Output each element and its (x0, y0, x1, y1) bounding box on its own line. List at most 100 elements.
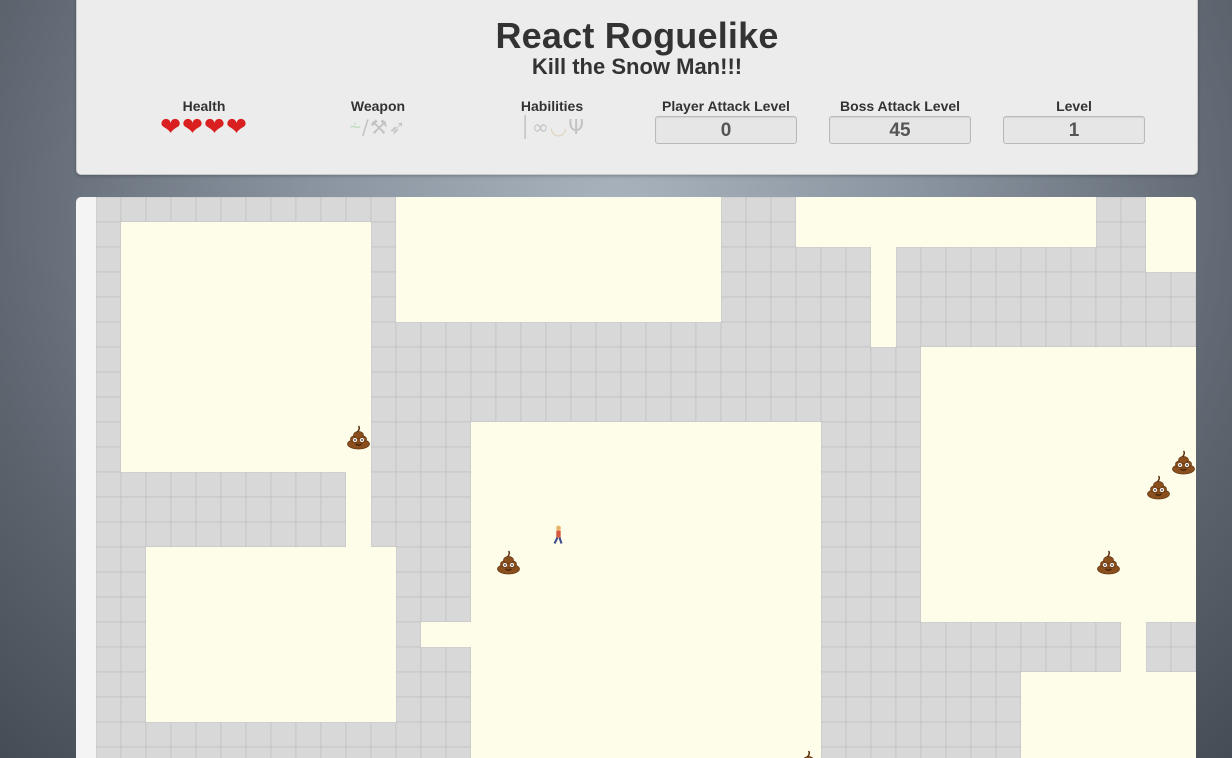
wall-tile (870, 721, 897, 748)
wall-tile (770, 371, 797, 398)
floor-room (871, 247, 896, 347)
wall-tile (520, 396, 547, 423)
wall-tile (795, 396, 822, 423)
wall-tile (96, 421, 122, 448)
wall-tile (820, 321, 847, 348)
hability-icons: │∞◡Ψ (472, 115, 632, 139)
wall-tile (270, 521, 297, 548)
wall-tile (745, 221, 772, 248)
wall-tile (245, 521, 272, 548)
wall-tile (96, 271, 122, 298)
wall-tile (870, 421, 897, 448)
wall-tile (320, 521, 347, 548)
level-value: 1 (1003, 116, 1145, 144)
wall-tile (96, 246, 122, 273)
wall-tile (1045, 321, 1072, 348)
wall-tile (445, 396, 472, 423)
wall-tile (820, 246, 847, 273)
wall-tile (96, 596, 122, 623)
wall-tile (720, 246, 747, 273)
wall-tile (420, 471, 447, 498)
wall-tile (895, 746, 922, 758)
wall-tile (820, 371, 847, 398)
wall-tile (1095, 621, 1122, 648)
wall-tile (995, 696, 1022, 723)
wall-tile (870, 496, 897, 523)
weapon-label: Weapon (350, 98, 406, 114)
wall-tile (920, 271, 947, 298)
wall-tile (645, 371, 672, 398)
wall-tile (570, 371, 597, 398)
player-attack-label: Player Attack Level (662, 98, 790, 114)
wall-tile (1020, 621, 1047, 648)
wall-tile (970, 621, 997, 648)
wall-tile (370, 421, 397, 448)
wall-tile (820, 646, 847, 673)
wall-tile (395, 446, 422, 473)
wall-tile (420, 521, 447, 548)
wall-tile (445, 446, 472, 473)
game-board[interactable] (96, 197, 1196, 758)
wall-tile (220, 521, 247, 548)
wall-tile (845, 471, 872, 498)
wall-tile (145, 746, 172, 758)
wall-tile (895, 471, 922, 498)
wall-tile (820, 446, 847, 473)
wall-tile (370, 271, 397, 298)
wall-tile (995, 271, 1022, 298)
wall-tile (1095, 271, 1122, 298)
wall-tile (120, 197, 147, 223)
wall-tile (445, 746, 472, 758)
wall-tile (395, 721, 422, 748)
wall-tile (295, 746, 322, 758)
wall-tile (820, 271, 847, 298)
wall-tile (870, 571, 897, 598)
wall-tile (870, 746, 897, 758)
wall-tile (395, 471, 422, 498)
wall-tile (120, 521, 147, 548)
wall-tile (970, 296, 997, 323)
wall-tile (995, 246, 1022, 273)
wall-tile (895, 421, 922, 448)
wall-tile (1095, 321, 1122, 348)
wall-tile (970, 646, 997, 673)
wall-tile (120, 571, 147, 598)
wall-tile (1170, 621, 1196, 648)
wall-tile (1170, 296, 1196, 323)
wall-tile (120, 546, 147, 573)
wall-tile (1070, 646, 1097, 673)
wall-tile (845, 646, 872, 673)
wall-tile (195, 721, 222, 748)
wall-tile (470, 371, 497, 398)
wall-tile (445, 721, 472, 748)
wall-tile (320, 197, 347, 223)
game-board-container (76, 197, 1196, 758)
wall-tile (845, 571, 872, 598)
wall-tile (120, 646, 147, 673)
wall-tile (845, 296, 872, 323)
wall-tile (620, 396, 647, 423)
wall-tile (370, 296, 397, 323)
wall-tile (695, 371, 722, 398)
wall-tile (1170, 321, 1196, 348)
heart-icon: ❤ (160, 112, 183, 141)
wall-tile (820, 746, 847, 758)
wall-tile (870, 621, 897, 648)
wall-tile (745, 197, 772, 223)
wall-tile (1145, 271, 1172, 298)
wall-tile (1170, 271, 1196, 298)
wall-tile (295, 496, 322, 523)
wall-tile (295, 197, 322, 223)
wall-tile (895, 521, 922, 548)
wall-tile (1145, 321, 1172, 348)
wall-tile (645, 346, 672, 373)
wall-tile (970, 671, 997, 698)
wall-tile (145, 521, 172, 548)
wall-tile (195, 197, 222, 223)
wall-tile (320, 746, 347, 758)
wall-tile (870, 396, 897, 423)
wall-tile (420, 496, 447, 523)
wall-tile (920, 721, 947, 748)
wall-tile (270, 197, 297, 223)
wall-tile (295, 471, 322, 498)
